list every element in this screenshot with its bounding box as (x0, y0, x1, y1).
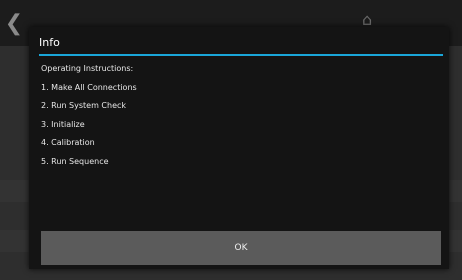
instruction-step: 3. Initialize (41, 119, 85, 129)
instruction-step: 4. Calibration (41, 138, 95, 147)
dialog-body: Operating Instructions: 1. Make All Conn… (41, 60, 441, 171)
app-screen: ❮ ⌂ Info Operating Instructions: 1. Make… (0, 0, 462, 280)
instruction-step: 1. Make All Connections (41, 82, 137, 92)
dialog-title-divider (39, 54, 443, 56)
dialog-title: Info (39, 36, 60, 49)
ok-button[interactable]: OK (41, 231, 441, 265)
instruction-step: 2. Run System Check (41, 101, 127, 110)
back-chevron-icon[interactable]: ❮ (0, 0, 28, 46)
info-dialog: Info Operating Instructions: 1. Make All… (29, 27, 449, 269)
instructions-heading: Operating Instructions: (41, 64, 134, 73)
instruction-step: 5. Run Sequence (41, 156, 109, 166)
